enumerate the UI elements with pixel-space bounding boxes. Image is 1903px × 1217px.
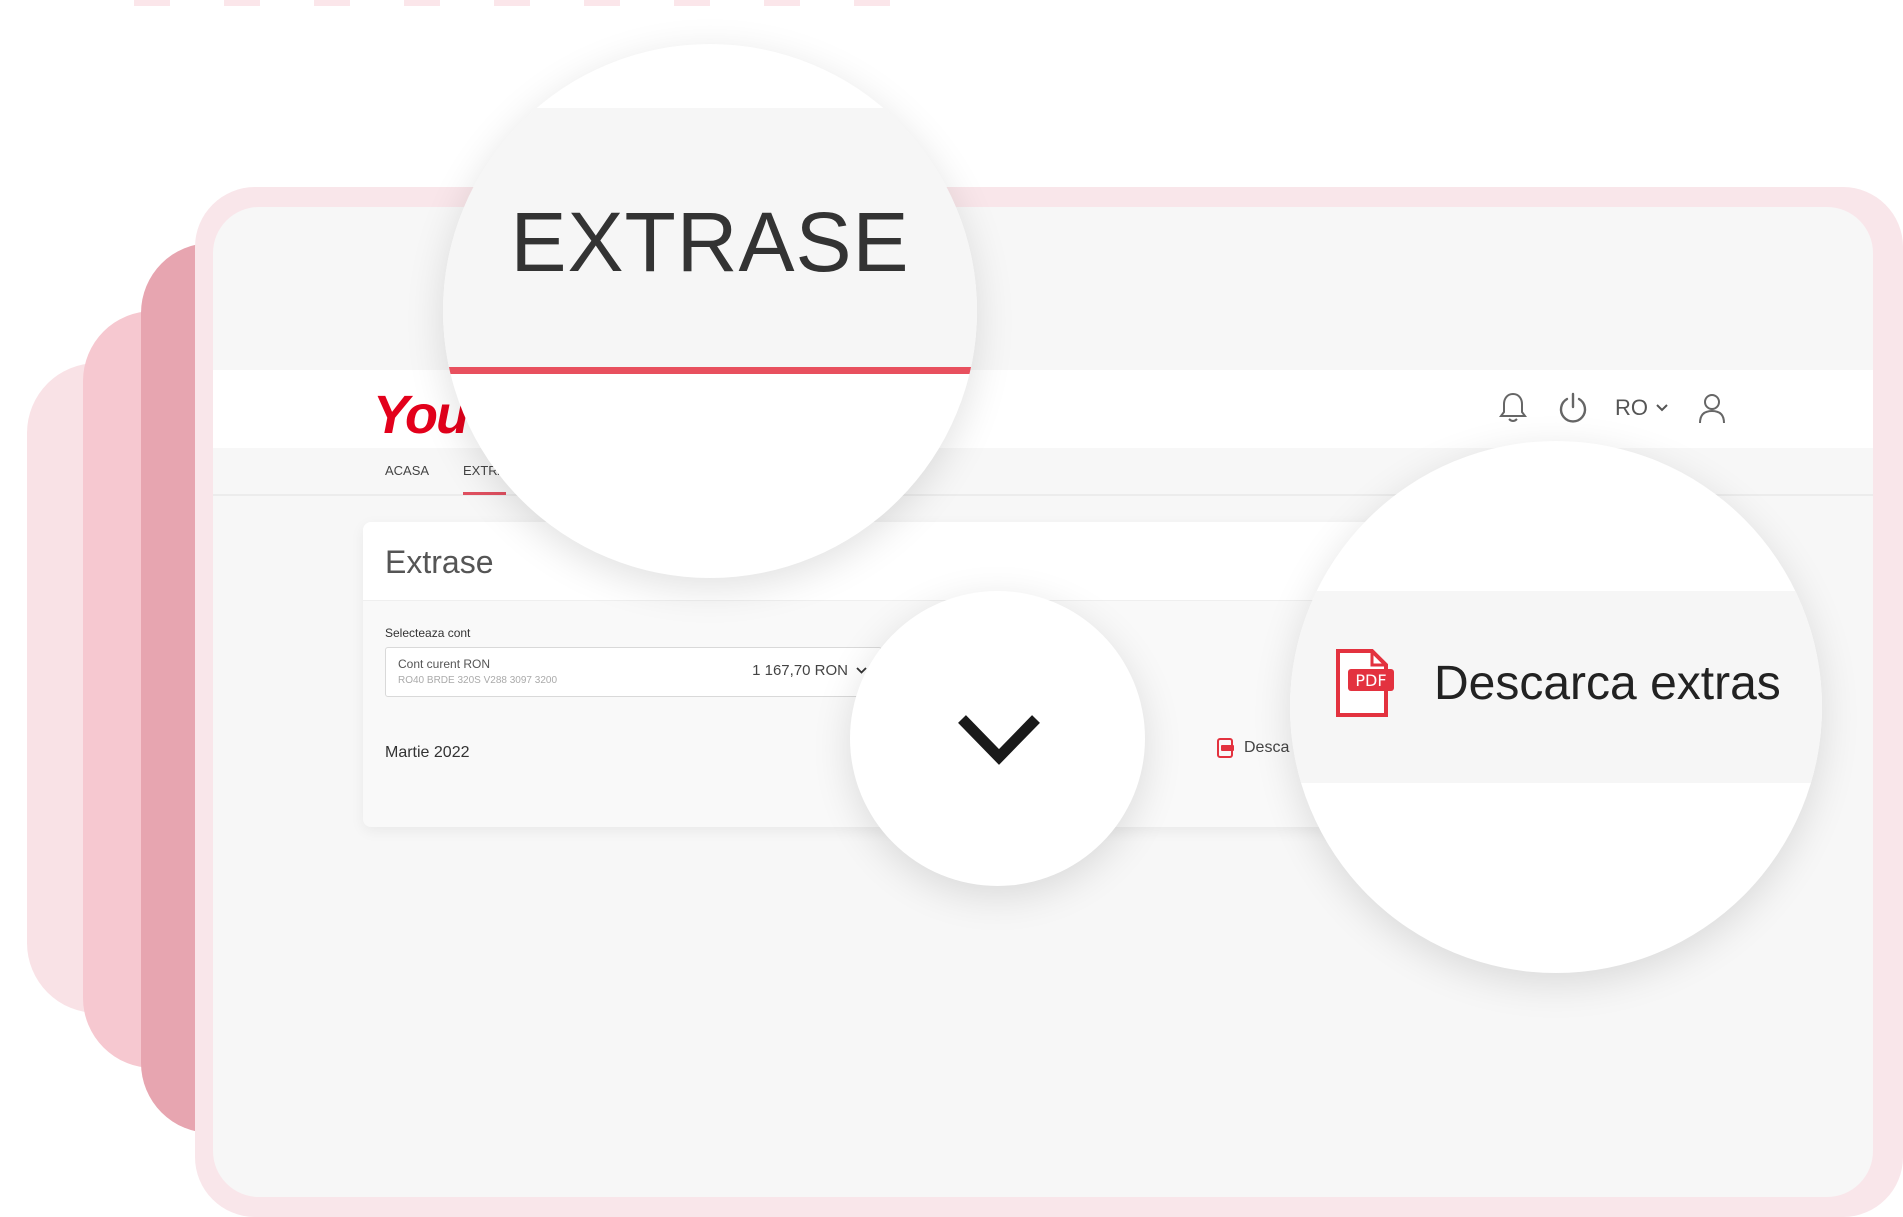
brand-logo[interactable]: You <box>373 384 469 446</box>
magnifier-dropdown-chevron <box>850 591 1145 886</box>
account-balance: 1 167,70 RON <box>752 662 867 679</box>
statement-month: Martie 2022 <box>385 744 470 761</box>
magnified-download-button[interactable]: PDF Descarca extras <box>1332 647 1781 719</box>
download-statement-link[interactable]: Desca <box>1216 737 1289 759</box>
download-statement-label: Desca <box>1244 739 1290 756</box>
magnified-download-label: Descarca extras <box>1434 656 1781 710</box>
account-balance-value: 1 167,70 RON <box>752 662 848 679</box>
decorative-top-marks <box>134 0 894 6</box>
magnified-tab-label[interactable]: EXTRASE <box>443 194 977 291</box>
account-iban: RO40 BRDE 320S V288 3097 3200 <box>398 675 557 686</box>
language-selector[interactable]: RO <box>1615 395 1668 421</box>
account-select-label: Selecteaza cont <box>385 626 471 640</box>
header-actions: RO <box>1491 386 1750 430</box>
pdf-icon <box>1217 738 1234 758</box>
pdf-badge-text: PDF <box>1355 671 1386 690</box>
magnifier-extrase-tab: EXTRASE <box>443 44 977 578</box>
power-icon[interactable] <box>1551 386 1595 430</box>
tab-acasa[interactable]: ACASA <box>385 463 429 478</box>
active-tab-underline <box>443 367 977 374</box>
account-select[interactable]: Cont curent RON RO40 BRDE 320S V288 3097… <box>385 647 882 697</box>
magnifier-download: PDF Descarca extras <box>1290 441 1822 973</box>
bell-icon[interactable] <box>1491 386 1535 430</box>
account-name: Cont curent RON <box>398 657 491 671</box>
chevron-down-icon <box>1656 404 1668 412</box>
language-label: RO <box>1615 395 1648 420</box>
pdf-icon: PDF <box>1336 649 1394 717</box>
chevron-down-icon[interactable] <box>956 711 1042 767</box>
page-title: Extrase <box>385 544 494 580</box>
user-icon[interactable] <box>1690 386 1734 430</box>
